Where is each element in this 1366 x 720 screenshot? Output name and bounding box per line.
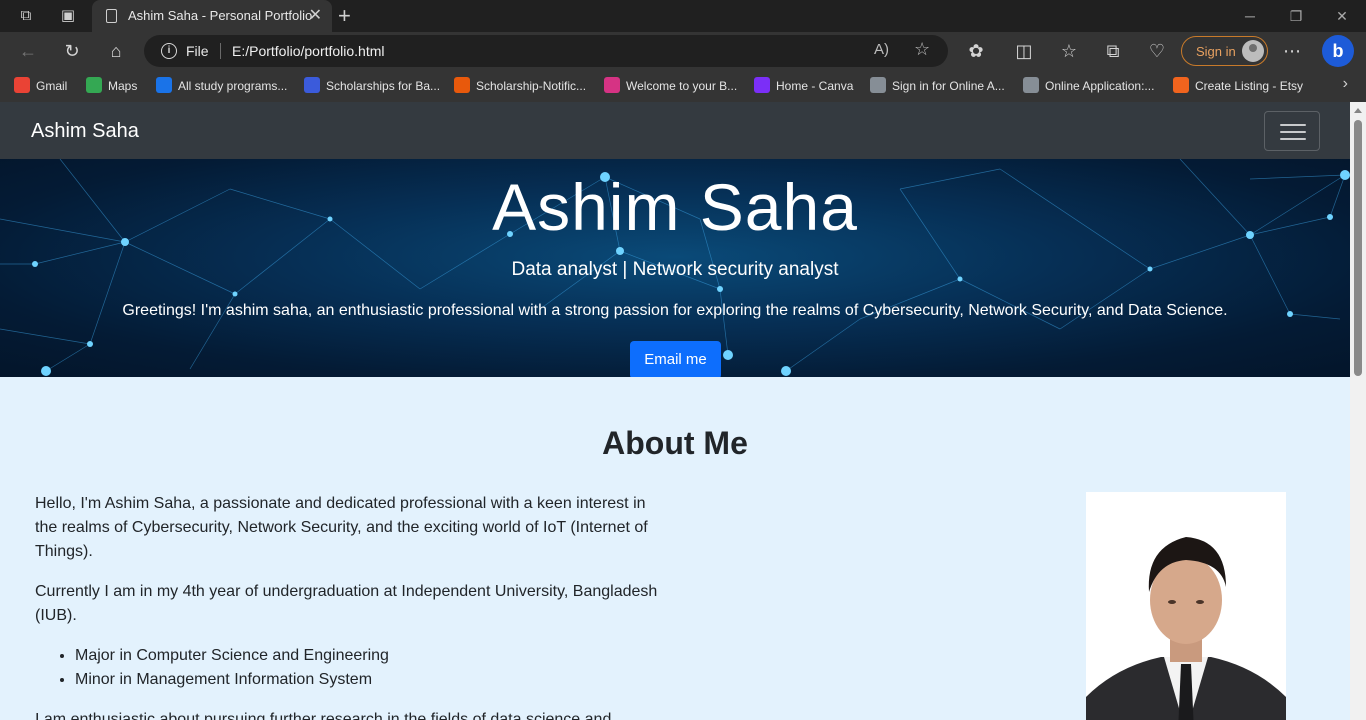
tab-actions-icon[interactable]: ▣ xyxy=(58,6,78,26)
notice-icon xyxy=(454,77,470,93)
bookmark-label: Sign in for Online A... xyxy=(892,79,1005,93)
minimize-button[interactable]: ─ xyxy=(1238,5,1262,27)
bing-chat-icon[interactable]: b xyxy=(1322,35,1354,67)
workspaces-icon[interactable]: ⧉ xyxy=(16,6,36,26)
close-tab-icon[interactable]: ✕ xyxy=(309,6,322,26)
back-button[interactable]: ← xyxy=(16,39,40,63)
about-paragraph-education: Currently I am in my 4th year of undergr… xyxy=(35,583,658,624)
bookmarks-bar: Gmail Maps All study programs... Scholarshi… xyxy=(0,70,1366,102)
application-icon xyxy=(1023,77,1039,93)
gmail-icon xyxy=(14,77,30,93)
sign-in-label: Sign in xyxy=(1196,44,1236,59)
bookmark-item[interactable]: All study programs... xyxy=(156,77,287,95)
browser-toolbar: ← ↻ ⌂ i File E:/Portfolio/portfolio.html… xyxy=(0,32,1366,70)
url-text[interactable]: E:/Portfolio/portfolio.html xyxy=(232,43,385,59)
bookmark-item[interactable]: Sign in for Online A... xyxy=(870,77,1005,95)
info-icon[interactable]: i xyxy=(161,43,177,59)
list-item: Major in Computer Science and Engineerin… xyxy=(75,644,665,668)
site-navbar: Ashim Saha xyxy=(0,102,1350,159)
navbar-brand[interactable]: Ashim Saha xyxy=(31,120,139,143)
education-list: Major in Computer Science and Engineerin… xyxy=(35,644,665,692)
profile-avatar-icon xyxy=(1242,40,1264,62)
hamburger-icon-bar xyxy=(1280,138,1306,140)
collections-icon[interactable]: ⧉ xyxy=(1101,39,1125,63)
maps-icon xyxy=(86,77,102,93)
profile-photo xyxy=(1086,492,1286,720)
bookmark-label: Online Application:... xyxy=(1045,79,1155,93)
read-aloud-icon[interactable]: A) xyxy=(874,41,889,58)
navbar-toggler-button[interactable] xyxy=(1264,111,1320,151)
scholar-icon xyxy=(304,77,320,93)
tab-title: Ashim Saha - Personal Portfolio xyxy=(128,8,313,23)
refresh-button[interactable]: ↻ xyxy=(60,39,84,63)
bookmark-label: All study programs... xyxy=(178,79,288,93)
bookmark-label: Create Listing - Etsy xyxy=(1195,79,1304,93)
etsy-icon xyxy=(1173,77,1189,93)
bookmark-item[interactable]: Welcome to your B... xyxy=(604,77,737,95)
sign-in-button[interactable]: Sign in xyxy=(1181,36,1268,66)
home-button[interactable]: ⌂ xyxy=(104,39,128,63)
email-me-button[interactable]: Email me xyxy=(630,341,721,377)
scrollbar-thumb[interactable] xyxy=(1354,120,1362,376)
more-options-icon[interactable]: ⋯ xyxy=(1280,39,1304,63)
title-bar: ⧉ ▣ Ashim Saha - Personal Portfolio ✕ + … xyxy=(0,0,1366,32)
extensions-icon[interactable]: ✿ xyxy=(964,39,988,63)
scheme-label: File xyxy=(186,43,209,59)
bookmark-label: Scholarship-Notific... xyxy=(476,79,587,93)
about-paragraph-intro: Hello, I'm Ashim Saha, a passionate and … xyxy=(35,495,648,560)
page-icon xyxy=(106,9,117,23)
browser-tab[interactable]: Ashim Saha - Personal Portfolio ✕ xyxy=(92,0,332,32)
d-icon xyxy=(156,77,172,93)
more-bookmarks-icon[interactable]: › xyxy=(1343,75,1348,93)
bookmark-item[interactable]: Scholarships for Ba... xyxy=(304,77,440,95)
bookmark-item[interactable]: Create Listing - Etsy xyxy=(1173,77,1303,95)
hamburger-icon-bar xyxy=(1280,131,1306,133)
bookmark-item[interactable]: Maps xyxy=(86,77,137,95)
bookmark-label: Maps xyxy=(108,79,138,93)
bookmark-label: Gmail xyxy=(36,79,68,93)
welcome-icon xyxy=(604,77,620,93)
person-portrait-image xyxy=(1086,492,1286,720)
page-viewport: Ashim Saha Ashim Saha Data analyst | Net… xyxy=(0,102,1350,720)
close-window-button[interactable]: ✕ xyxy=(1330,5,1354,27)
about-heading: About Me xyxy=(602,425,748,461)
page-scrollbar[interactable] xyxy=(1350,102,1366,720)
hero-lead-text: Greetings! I'm ashim saha, an enthusiast… xyxy=(122,302,1228,319)
bookmark-label: Home - Canva xyxy=(776,79,854,93)
hero-subtitle: Data analyst | Network security analyst xyxy=(511,259,839,280)
divider xyxy=(220,43,221,59)
bookmark-label: Welcome to your B... xyxy=(626,79,738,93)
favorites-icon[interactable]: ☆ xyxy=(1057,39,1081,63)
hamburger-icon xyxy=(1280,124,1306,126)
scroll-up-icon[interactable] xyxy=(1354,108,1362,113)
browser-essentials-icon[interactable]: ♡ xyxy=(1145,39,1169,63)
bookmark-item[interactable]: Gmail xyxy=(14,77,67,95)
signin-site-icon xyxy=(870,77,886,93)
about-paragraph-research: I am enthusiastic about pursuing further… xyxy=(35,711,612,720)
hero-title: Ashim Saha xyxy=(492,170,858,244)
hero-section: Ashim Saha Data analyst | Network securi… xyxy=(0,159,1350,377)
new-tab-button[interactable]: + xyxy=(338,4,351,28)
canva-icon xyxy=(754,77,770,93)
list-item: Minor in Management Information System xyxy=(75,668,665,692)
about-text-column: Hello, I'm Ashim Saha, a passionate and … xyxy=(35,492,665,720)
address-bar[interactable]: i File E:/Portfolio/portfolio.html A) ☆ xyxy=(144,35,948,67)
restore-button[interactable]: ❐ xyxy=(1284,5,1308,27)
bookmark-label: Scholarships for Ba... xyxy=(326,79,441,93)
favorite-star-icon[interactable]: ☆ xyxy=(914,39,930,60)
bookmark-item[interactable]: Online Application:... xyxy=(1023,77,1154,95)
bookmark-item[interactable]: Home - Canva xyxy=(754,77,853,95)
bookmark-item[interactable]: Scholarship-Notific... xyxy=(454,77,586,95)
split-screen-icon[interactable]: ◫ xyxy=(1012,39,1036,63)
